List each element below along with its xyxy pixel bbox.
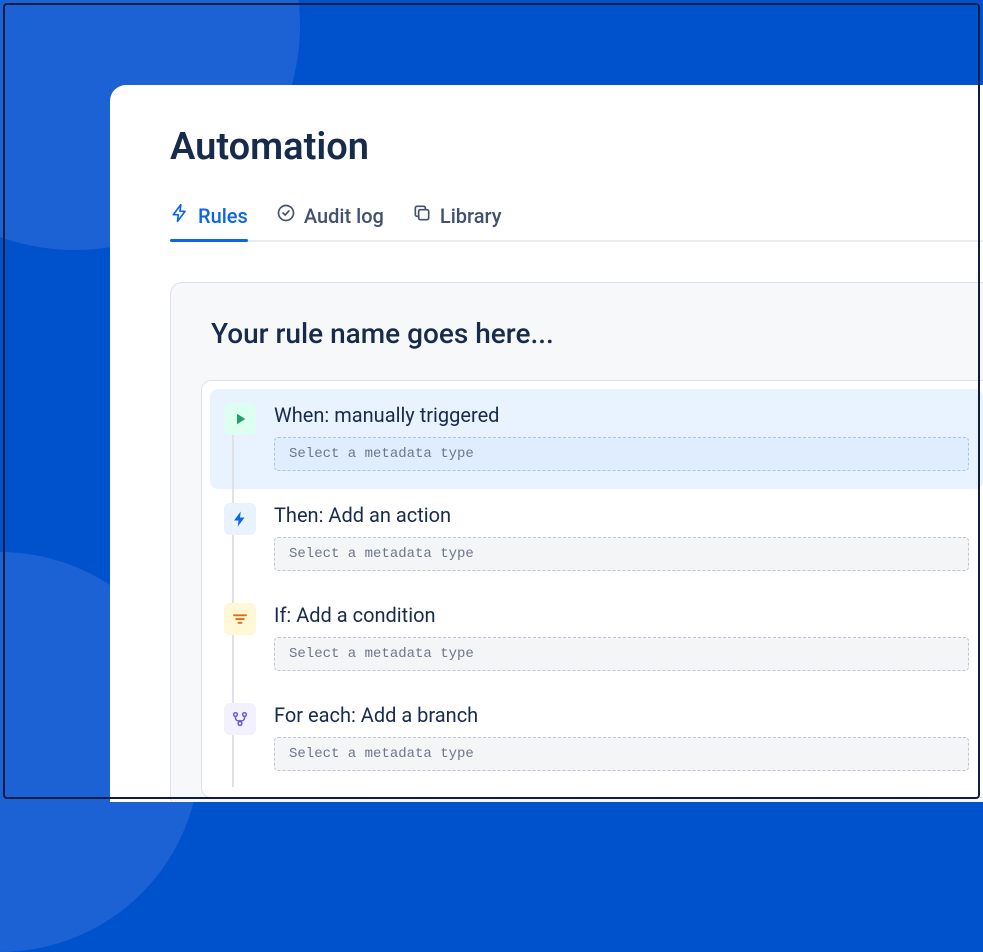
branch-icon (224, 703, 256, 735)
step-branch[interactable]: For each: Add a branch Select a metadata… (210, 689, 983, 789)
step-placeholder[interactable]: Select a metadata type (274, 637, 969, 671)
tab-audit-log[interactable]: Audit log (276, 203, 384, 240)
tab-label: Rules (198, 204, 248, 228)
bolt-icon (224, 503, 256, 535)
step-body: For each: Add a branch Select a metadata… (274, 703, 969, 771)
step-placeholder[interactable]: Select a metadata type (274, 537, 969, 571)
tabs: Rules Audit log Library (170, 203, 983, 242)
main-card: Automation Rules Audit log Library Your … (110, 85, 983, 802)
rule-panel: Your rule name goes here... When: manual… (170, 282, 983, 802)
step-label: For each: Add a branch (274, 703, 969, 727)
step-condition[interactable]: If: Add a condition Select a metadata ty… (210, 589, 983, 689)
tab-label: Library (440, 204, 502, 228)
copy-icon (412, 203, 432, 228)
step-placeholder[interactable]: Select a metadata type (274, 437, 969, 471)
play-icon (224, 403, 256, 435)
rule-name[interactable]: Your rule name goes here... (211, 317, 983, 350)
step-action[interactable]: Then: Add an action Select a metadata ty… (210, 489, 983, 589)
tab-rules[interactable]: Rules (170, 203, 248, 240)
step-label: When: manually triggered (274, 403, 969, 427)
step-trigger[interactable]: When: manually triggered Select a metada… (210, 389, 983, 489)
check-circle-icon (276, 203, 296, 228)
step-label: If: Add a condition (274, 603, 969, 627)
step-placeholder[interactable]: Select a metadata type (274, 737, 969, 771)
step-label: Then: Add an action (274, 503, 969, 527)
step-body: If: Add a condition Select a metadata ty… (274, 603, 969, 671)
step-body: Then: Add an action Select a metadata ty… (274, 503, 969, 571)
steps-container: When: manually triggered Select a metada… (201, 380, 983, 798)
filter-icon (224, 603, 256, 635)
page-title: Automation (170, 125, 983, 169)
step-body: When: manually triggered Select a metada… (274, 403, 969, 471)
lightning-icon (170, 203, 190, 228)
tab-library[interactable]: Library (412, 203, 502, 240)
tab-label: Audit log (304, 204, 384, 228)
